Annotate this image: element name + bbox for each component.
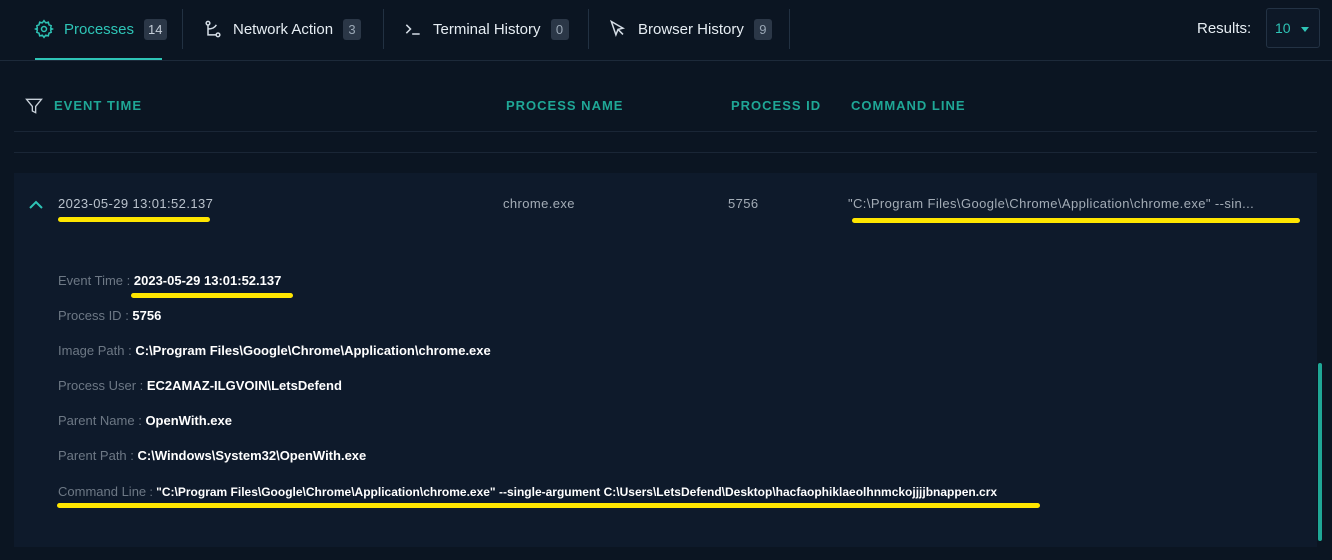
tab-count-badge: 3 (343, 18, 362, 40)
filter-icon[interactable] (24, 96, 44, 116)
tab-label: Terminal History (433, 20, 541, 38)
tab-count-badge: 0 (550, 18, 569, 40)
active-tab-indicator (35, 58, 162, 60)
column-header-process-name[interactable]: PROCESS NAME (506, 98, 623, 113)
chevron-up-icon[interactable] (28, 198, 44, 212)
divider (14, 131, 1317, 132)
detail-key: Parent Name (58, 413, 135, 428)
tab-divider (588, 9, 589, 49)
tab-processes[interactable]: Processes 14 (34, 0, 167, 58)
results-value: 10 (1275, 20, 1291, 36)
column-header-command-line[interactable]: COMMAND LINE (851, 98, 966, 113)
column-header-event-time[interactable]: EVENT TIME (54, 98, 142, 113)
tab-browser-history[interactable]: Browser History 9 (608, 0, 772, 58)
terminal-icon (405, 24, 420, 35)
detail-parent-name: Parent Name : OpenWith.exe (58, 413, 233, 428)
detail-value: 5756 (132, 308, 162, 323)
row-command-line: "C:\Program Files\Google\Chrome\Applicat… (848, 196, 1255, 211)
tab-count-badge: 14 (144, 18, 167, 40)
highlight-mark (852, 218, 1300, 223)
detail-process-user: Process User : EC2AMAZ-ILGVOIN\LetsDefen… (58, 378, 342, 393)
detail-command-line: Command Line : "C:\Program Files\Google\… (58, 484, 998, 499)
detail-key: Parent Path (58, 448, 127, 463)
tab-label: Processes (64, 20, 135, 38)
row-process-id: 5756 (728, 196, 759, 211)
tab-terminal-history[interactable]: Terminal History 0 (403, 0, 569, 58)
detail-value: OpenWith.exe (145, 413, 233, 428)
detail-key: Command Line (58, 484, 147, 499)
tab-divider (789, 9, 790, 49)
vertical-scrollbar[interactable] (1318, 363, 1322, 541)
detail-key: Event Time (58, 273, 124, 288)
tab-label: Browser History (638, 20, 744, 38)
tab-divider (383, 9, 384, 49)
chevron-down-icon (1301, 27, 1309, 32)
column-header-process-id[interactable]: PROCESS ID (731, 98, 821, 113)
detail-value: EC2AMAZ-ILGVOIN\LetsDefend (146, 378, 342, 393)
tab-label: Network Action (233, 20, 334, 38)
highlight-mark (131, 293, 293, 298)
detail-key: Process User (58, 378, 137, 393)
detail-value: "C:\Program Files\Google\Chrome\Applicat… (156, 485, 998, 499)
results-label: Results: (1197, 20, 1252, 37)
row-event-time: 2023-05-29 13:01:52.137 (58, 196, 214, 211)
detail-value: 2023-05-29 13:01:52.137 (133, 273, 282, 288)
tab-divider (182, 9, 183, 49)
highlight-mark (57, 503, 1040, 508)
detail-process-id: Process ID : 5756 (58, 308, 162, 323)
network-icon (205, 20, 221, 38)
tab-network-action[interactable]: Network Action 3 (203, 0, 362, 58)
results-per-page-select[interactable]: 10 (1266, 8, 1320, 48)
highlight-mark (58, 217, 210, 222)
detail-key: Image Path (58, 343, 125, 358)
row-process-name: chrome.exe (503, 196, 575, 211)
tab-bar: Processes 14 Network Action 3 Terminal H… (0, 0, 1332, 61)
divider (14, 152, 1317, 153)
detail-parent-path: Parent Path : C:\Windows\System32\OpenWi… (58, 448, 367, 463)
gear-icon (34, 19, 54, 39)
detail-value: C:\Program Files\Google\Chrome\Applicati… (135, 343, 491, 358)
detail-event-time: Event Time : 2023-05-29 13:01:52.137 (58, 273, 282, 288)
tab-count-badge: 9 (753, 18, 772, 40)
detail-value: C:\Windows\System32\OpenWith.exe (137, 448, 367, 463)
cursor-icon (609, 19, 625, 38)
detail-key: Process ID (58, 308, 122, 323)
detail-image-path: Image Path : C:\Program Files\Google\Chr… (58, 343, 491, 358)
